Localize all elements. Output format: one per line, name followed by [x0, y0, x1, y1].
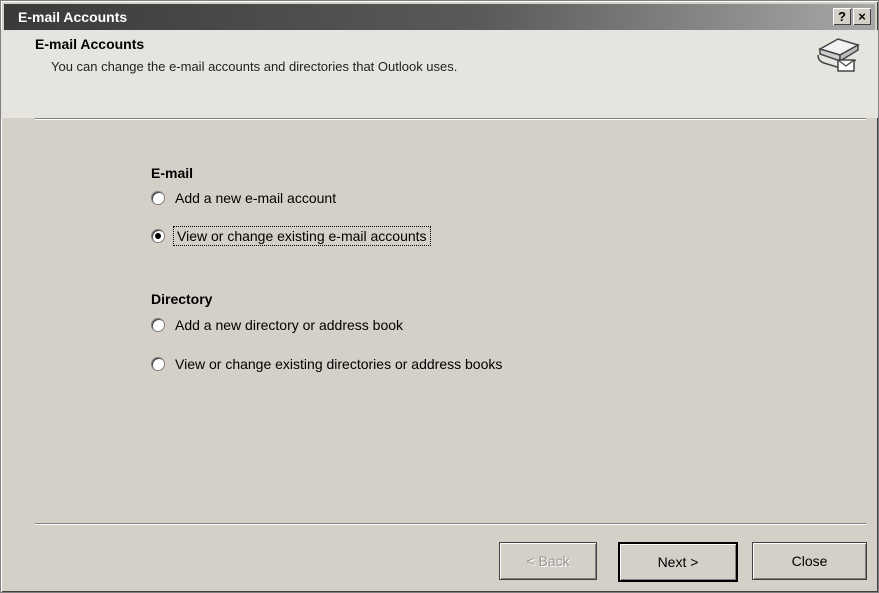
close-button[interactable]: Close — [752, 542, 867, 580]
accounts-book-icon — [817, 38, 860, 72]
radio-label: Add a new e-mail account — [175, 190, 337, 206]
directory-group-label: Directory — [151, 291, 213, 307]
email-group-label: E-mail — [151, 165, 194, 181]
email-accounts-dialog: E-mail Accounts ? × E-mail Accounts You … — [0, 0, 879, 593]
radio-label: View or change existing e-mail accounts — [173, 226, 431, 246]
next-button[interactable]: Next > — [618, 542, 738, 582]
radio-button[interactable] — [151, 357, 165, 371]
back-button[interactable]: < Back — [499, 542, 597, 580]
radio-label: Add a new directory or address book — [175, 317, 404, 333]
footer-divider — [35, 523, 866, 525]
close-icon[interactable]: × — [853, 8, 871, 25]
radio-button[interactable] — [151, 191, 165, 205]
header-description: You can change the e-mail accounts and d… — [51, 59, 458, 74]
title-bar[interactable]: E-mail Accounts ? × — [4, 4, 875, 30]
radio-label: View or change existing directories or a… — [175, 356, 503, 372]
radio-add-email-account[interactable]: Add a new e-mail account — [151, 190, 336, 206]
radio-button-selected[interactable] — [151, 229, 165, 243]
radio-add-directory[interactable]: Add a new directory or address book — [151, 317, 403, 333]
header-divider — [35, 118, 866, 120]
radio-view-directories[interactable]: View or change existing directories or a… — [151, 356, 502, 372]
radio-view-email-accounts[interactable]: View or change existing e-mail accounts — [151, 226, 431, 246]
help-icon[interactable]: ? — [833, 8, 851, 25]
window-title: E-mail Accounts — [18, 9, 128, 25]
header-title: E-mail Accounts — [35, 36, 145, 52]
radio-button[interactable] — [151, 318, 165, 332]
